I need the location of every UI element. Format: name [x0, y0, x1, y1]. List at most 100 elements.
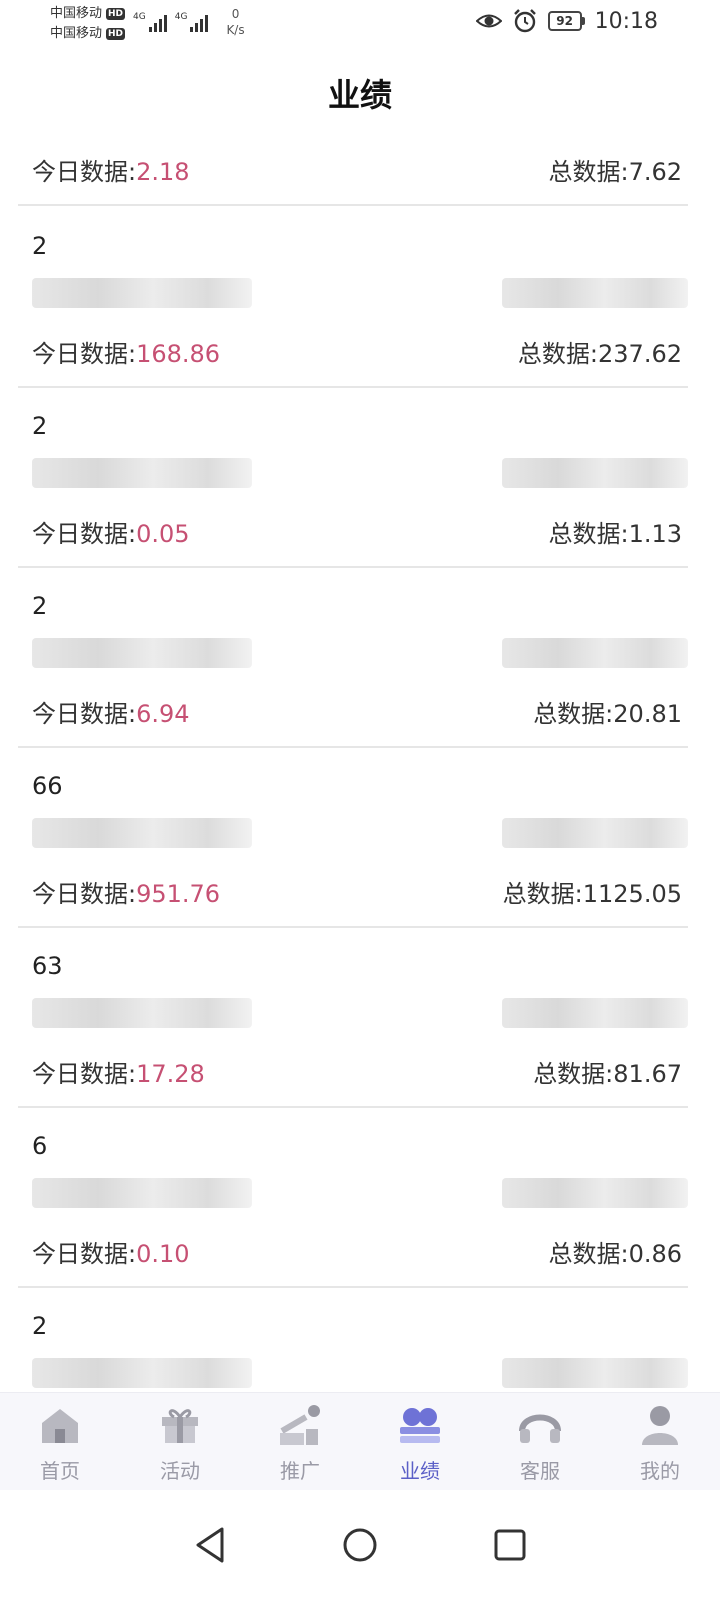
blurred-user-id: [32, 638, 252, 668]
carrier-1: 中国移动 HD: [50, 4, 126, 24]
signal-1-icon: 4G: [133, 12, 167, 32]
today-value: 951.76: [136, 880, 221, 908]
blurred-user-id: [32, 1178, 252, 1208]
share-icon: [280, 1405, 320, 1445]
today-value: 168.86: [136, 340, 221, 368]
network-speed: 0 K/s: [226, 6, 244, 38]
today-value: 2.18: [136, 158, 190, 186]
total-label: 总数据:: [548, 158, 629, 186]
summary-line: 今日数据:2.18 总数据:7.62: [32, 152, 682, 187]
status-bar: 中国移动 HD 中国移动 HD 4G 4G 0 K/s 92 10:18: [0, 0, 720, 56]
profile-icon: [642, 1406, 678, 1445]
today-value: 6.94: [136, 700, 190, 728]
blurred-user-id: [32, 278, 252, 308]
total-label: 总数据:: [502, 880, 583, 908]
record-stats: 今日数据:6.94 总数据:20.81: [32, 694, 682, 729]
app-screen: 中国移动 HD 中国移动 HD 4G 4G 0 K/s 92 10:18 业绩 …: [0, 0, 720, 1600]
today-value: 0.10: [136, 1240, 190, 1268]
today-label: 今日数据:: [32, 880, 137, 908]
blurred-user-id: [32, 998, 252, 1028]
summary-row: 今日数据:2.18 总数据:7.62: [18, 142, 688, 206]
carrier-1-name: 中国移动: [50, 6, 103, 21]
tab-profile[interactable]: 我的: [600, 1393, 720, 1490]
total-label: 总数据:: [548, 1240, 629, 1268]
tab-label: 我的: [640, 1459, 680, 1483]
today-data: 今日数据:6.94: [32, 694, 190, 729]
tab-label: 客服: [520, 1459, 560, 1483]
record-stats: 今日数据:0.05 总数据:1.13: [32, 514, 682, 549]
battery-level: 92: [547, 11, 582, 31]
total-value: 1125.05: [582, 880, 682, 908]
home-circle-icon: [343, 1528, 377, 1562]
records-list[interactable]: 2 今日数据:168.86 总数据:237.62 2 今日数据:0.05 总数据…: [18, 208, 688, 1468]
tab-label: 首页: [40, 1459, 80, 1483]
recents-square-icon: [494, 1529, 526, 1561]
tab-activity[interactable]: 活动: [120, 1393, 240, 1490]
hd-badge: HD: [106, 8, 126, 20]
record-card[interactable]: 66 今日数据:951.76 总数据:1125.05: [18, 748, 688, 928]
blurred-friend-id: [502, 458, 688, 488]
record-stats: 今日数据:17.28 总数据:81.67: [32, 1054, 682, 1089]
record-id: 6: [32, 1132, 48, 1160]
system-nav-bar: [0, 1490, 720, 1600]
back-button[interactable]: [185, 1520, 235, 1570]
status-time: 10:18: [594, 8, 658, 34]
page-title: 业绩: [327, 76, 392, 114]
record-card[interactable]: 63 今日数据:17.28 总数据:81.67: [18, 928, 688, 1108]
eye-icon: [475, 14, 502, 28]
blurred-user-id: [32, 818, 252, 848]
record-id: 66: [32, 772, 63, 800]
tab-label: 活动: [160, 1459, 200, 1483]
record-id: 2: [32, 1312, 48, 1340]
total-data: 总数据:237.62: [518, 334, 682, 369]
record-id: 2: [32, 592, 48, 620]
carrier-list: 中国移动 HD 中国移动 HD: [50, 4, 126, 44]
bottom-tab-bar: 首页 活动 推广 业绩 客服 我的: [0, 1392, 720, 1490]
today-data: 今日数据:0.10: [32, 1234, 190, 1269]
today-label: 今日数据:: [32, 700, 137, 728]
tab-label: 推广: [280, 1459, 320, 1483]
record-card[interactable]: 2 今日数据:6.94 总数据:20.81: [18, 568, 688, 748]
record-stats: 今日数据:168.86 总数据:237.62: [32, 334, 682, 369]
total-label: 总数据:: [533, 1060, 614, 1088]
tab-home[interactable]: 首页: [0, 1393, 120, 1490]
today-label: 今日数据:: [32, 340, 137, 368]
record-card[interactable]: 2 今日数据:0.05 总数据:1.13: [18, 388, 688, 568]
today-label: 今日数据:: [32, 158, 137, 186]
record-card[interactable]: 2 今日数据:168.86 总数据:237.62: [18, 208, 688, 388]
recents-button[interactable]: [485, 1520, 535, 1570]
total-data: 总数据:81.67: [533, 1054, 682, 1089]
blurred-friend-id: [502, 278, 688, 308]
signal-2-icon: 4G: [175, 12, 209, 32]
record-id: 2: [32, 412, 48, 440]
today-label: 今日数据:: [32, 1240, 137, 1268]
record-stats: 今日数据:951.76 总数据:1125.05: [32, 874, 682, 909]
tab-performance[interactable]: 业绩: [360, 1393, 480, 1490]
home-button[interactable]: [335, 1520, 385, 1570]
today-label: 今日数据:: [32, 520, 137, 548]
blurred-friend-id: [502, 1358, 688, 1388]
network-type-1: 4G: [133, 12, 146, 22]
blurred-friend-id: [502, 998, 688, 1028]
total-data: 总数据:0.86: [548, 1234, 682, 1269]
back-triangle-icon: [196, 1527, 224, 1563]
speed-unit: K/s: [226, 23, 245, 37]
headset-icon: [519, 1414, 561, 1443]
today-data: 今日数据:0.05: [32, 514, 190, 549]
battery-icon: 92: [547, 11, 585, 31]
today-value: 17.28: [136, 1060, 205, 1088]
tab-promotion[interactable]: 推广: [240, 1393, 360, 1490]
total-data: 总数据:20.81: [533, 694, 682, 729]
gift-icon: [162, 1409, 198, 1443]
record-card[interactable]: 6 今日数据:0.10 总数据:0.86: [18, 1108, 688, 1288]
total-value: 7.62: [628, 158, 682, 186]
total-data: 总数据:1.13: [548, 514, 682, 549]
total-label: 总数据:: [517, 340, 599, 368]
performance-icon: [400, 1408, 440, 1443]
record-id: 63: [32, 952, 63, 980]
today-data: 今日数据:17.28: [32, 1054, 205, 1089]
blurred-friend-id: [502, 818, 688, 848]
alarm-icon: [513, 9, 536, 33]
total-value: 1.13: [628, 520, 682, 548]
tab-customer-service[interactable]: 客服: [480, 1393, 600, 1490]
